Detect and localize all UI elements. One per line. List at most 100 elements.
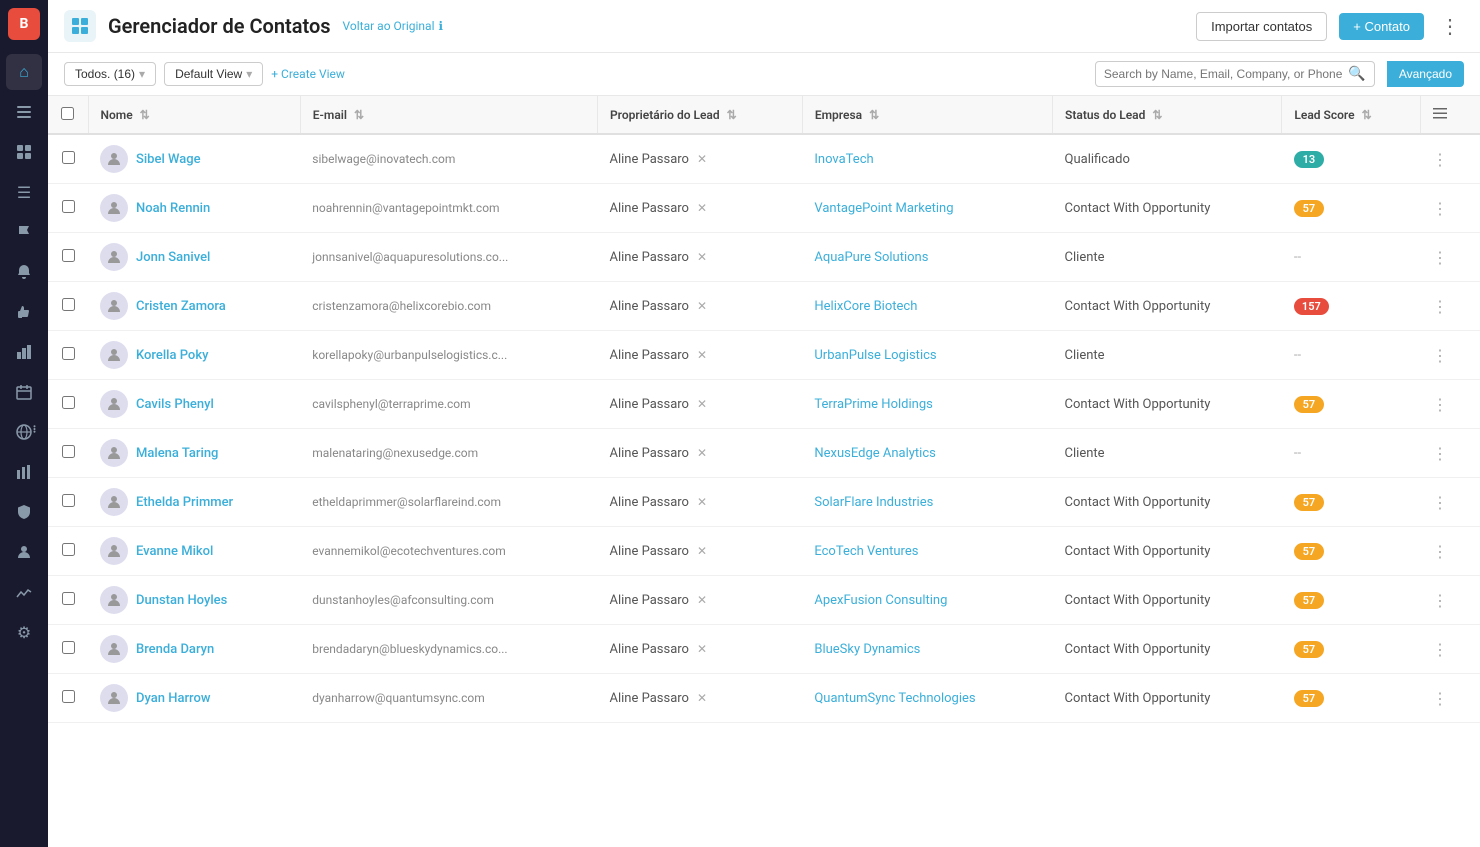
back-to-original-link[interactable]: Voltar ao Original ℹ [343, 19, 444, 33]
stats-icon[interactable] [6, 574, 42, 610]
contact-name-link[interactable]: Sibel Wage [100, 145, 288, 173]
row-more-button[interactable]: ⋮ [1432, 689, 1448, 708]
company-link[interactable]: BlueSky Dynamics [814, 642, 920, 657]
header-lead-score[interactable]: Lead Score ⇅ [1282, 96, 1420, 134]
lead-score-value: -- [1294, 250, 1301, 265]
sidebar-logo[interactable]: B [8, 8, 40, 40]
contact-name-link[interactable]: Brenda Daryn [100, 635, 288, 663]
sidebar-collapse-dots[interactable]: ··· [23, 424, 44, 432]
company-link[interactable]: NexusEdge Analytics [814, 446, 935, 461]
company-link[interactable]: UrbanPulse Logistics [814, 348, 936, 363]
company-link[interactable]: SolarFlare Industries [814, 495, 933, 510]
remove-owner-button[interactable]: ✕ [697, 250, 707, 264]
lead-status-cell: Contact With Opportunity [1053, 478, 1282, 527]
contact-name-link[interactable]: Korella Poky [100, 341, 288, 369]
row-more-button[interactable]: ⋮ [1432, 248, 1448, 267]
header-more-button[interactable]: ⋮ [1436, 10, 1464, 42]
advanced-button[interactable]: Avançado [1387, 61, 1464, 87]
remove-owner-button[interactable]: ✕ [697, 299, 707, 313]
contact-name-link[interactable]: Cavils Phenyl [100, 390, 288, 418]
remove-owner-button[interactable]: ✕ [697, 593, 707, 607]
row-checkbox[interactable] [62, 151, 75, 164]
row-more-button[interactable]: ⋮ [1432, 640, 1448, 659]
lead-owner-cell: Aline Passaro✕ [597, 478, 802, 527]
add-contact-button[interactable]: + Contato [1339, 13, 1424, 40]
contact-name-link[interactable]: Malena Taring [100, 439, 288, 467]
company-link[interactable]: VantagePoint Marketing [814, 201, 953, 216]
remove-owner-button[interactable]: ✕ [697, 446, 707, 460]
flag-icon[interactable] [6, 214, 42, 250]
remove-owner-button[interactable]: ✕ [697, 642, 707, 656]
shield-icon[interactable] [6, 494, 42, 530]
contact-name-link[interactable]: Cristen Zamora [100, 292, 288, 320]
person-icon[interactable] [6, 534, 42, 570]
row-more-button[interactable]: ⋮ [1432, 150, 1448, 169]
company-link[interactable]: AquaPure Solutions [814, 250, 928, 265]
lead-score-badge: 57 [1294, 641, 1324, 658]
contact-name-link[interactable]: Dyan Harrow [100, 684, 288, 712]
row-checkbox[interactable] [62, 249, 75, 262]
row-checkbox[interactable] [62, 347, 75, 360]
header-checkbox[interactable] [48, 96, 88, 134]
contact-name-link[interactable]: Jonn Sanivel [100, 243, 288, 271]
company-link[interactable]: HelixCore Biotech [814, 299, 917, 314]
row-more-button[interactable]: ⋮ [1432, 395, 1448, 414]
header-lead-status[interactable]: Status do Lead ⇅ [1053, 96, 1282, 134]
row-checkbox[interactable] [62, 641, 75, 654]
grid-icon[interactable] [6, 134, 42, 170]
lead-score-cell: 57 [1282, 478, 1420, 527]
contact-name-link[interactable]: Dunstan Hoyles [100, 586, 288, 614]
company-link[interactable]: QuantumSync Technologies [814, 691, 975, 706]
remove-owner-button[interactable]: ✕ [697, 691, 707, 705]
header-email[interactable]: E-mail ⇅ [300, 96, 597, 134]
row-checkbox[interactable] [62, 543, 75, 556]
row-more-button[interactable]: ⋮ [1432, 297, 1448, 316]
search-input[interactable] [1104, 67, 1343, 81]
contacts-icon[interactable] [6, 94, 42, 130]
globe-icon[interactable] [6, 414, 42, 450]
row-checkbox[interactable] [62, 445, 75, 458]
row-checkbox[interactable] [62, 494, 75, 507]
list-icon[interactable]: ☰ [6, 174, 42, 210]
remove-owner-button[interactable]: ✕ [697, 544, 707, 558]
company-link[interactable]: EcoTech Ventures [814, 544, 918, 559]
remove-owner-button[interactable]: ✕ [697, 152, 707, 166]
contact-name-link[interactable]: Noah Rennin [100, 194, 288, 222]
row-more-button[interactable]: ⋮ [1432, 493, 1448, 512]
row-more-button[interactable]: ⋮ [1432, 591, 1448, 610]
remove-owner-button[interactable]: ✕ [697, 495, 707, 509]
row-checkbox[interactable] [62, 396, 75, 409]
company-link[interactable]: InovaTech [814, 152, 873, 167]
row-checkbox[interactable] [62, 298, 75, 311]
dashboard-icon[interactable] [6, 334, 42, 370]
bell-icon[interactable] [6, 254, 42, 290]
thumbup-icon[interactable] [6, 294, 42, 330]
barchart-icon[interactable] [6, 454, 42, 490]
remove-owner-button[interactable]: ✕ [697, 348, 707, 362]
company-link[interactable]: TerraPrime Holdings [814, 397, 932, 412]
row-more-button[interactable]: ⋮ [1432, 542, 1448, 561]
header-lead-owner[interactable]: Proprietário do Lead ⇅ [597, 96, 802, 134]
home-icon[interactable]: ⌂ [6, 54, 42, 90]
row-checkbox[interactable] [62, 200, 75, 213]
contact-name-link[interactable]: Evanne Mikol [100, 537, 288, 565]
row-more-button[interactable]: ⋮ [1432, 199, 1448, 218]
company-link[interactable]: ApexFusion Consulting [814, 593, 947, 608]
header-empresa[interactable]: Empresa ⇅ [802, 96, 1052, 134]
select-all-checkbox[interactable] [61, 107, 74, 120]
search-icon[interactable]: 🔍 [1348, 66, 1365, 82]
row-more-button[interactable]: ⋮ [1432, 346, 1448, 365]
contact-name-link[interactable]: Ethelda Primmer [100, 488, 288, 516]
import-contacts-button[interactable]: Importar contatos [1196, 12, 1327, 41]
row-checkbox[interactable] [62, 690, 75, 703]
create-view-link[interactable]: + Create View [271, 67, 345, 81]
filter-all-button[interactable]: Todos. (16) ▾ [64, 62, 156, 86]
row-more-button[interactable]: ⋮ [1432, 444, 1448, 463]
settings-icon[interactable]: ⚙ [6, 614, 42, 650]
filter-view-button[interactable]: Default View ▾ [164, 62, 263, 86]
remove-owner-button[interactable]: ✕ [697, 397, 707, 411]
remove-owner-button[interactable]: ✕ [697, 201, 707, 215]
calendar-icon[interactable] [6, 374, 42, 410]
header-nome[interactable]: Nome ⇅ [88, 96, 300, 134]
row-checkbox[interactable] [62, 592, 75, 605]
